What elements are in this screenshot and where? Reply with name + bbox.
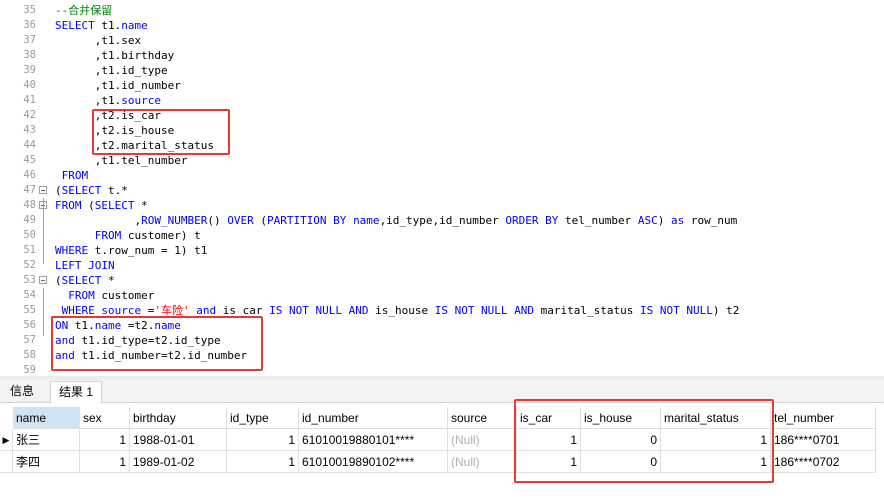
code-text: ,t1.sex — [55, 34, 142, 47]
line-number: 42 — [23, 109, 36, 121]
line-number: 44 — [23, 139, 36, 151]
code-text: FROM customer) t — [94, 229, 201, 242]
result-grid[interactable]: name sex birthday id_type id_number source is_… — [0, 399, 884, 504]
highlight-box — [51, 316, 263, 371]
tab-result-1[interactable]: 结果 1 — [50, 381, 103, 403]
code-text: FROM — [61, 169, 89, 182]
table-cell[interactable]: 61010019880101**** — [299, 429, 448, 451]
code-text: --合并保留 — [55, 4, 113, 17]
tab-info[interactable]: 信息 — [2, 381, 42, 402]
line-number: 50 — [23, 229, 36, 241]
fold-toggle-icon[interactable] — [39, 186, 47, 194]
code-text: (SELECT t.* — [55, 184, 128, 197]
line-number: 38 — [23, 49, 36, 61]
table-cell[interactable]: 186****0701 — [771, 429, 876, 451]
line-number: 58 — [23, 349, 36, 361]
column-header-birthday[interactable]: birthday — [130, 407, 227, 429]
code-text: ,t1.source — [55, 94, 161, 107]
code-text: ,t1.id_type — [55, 64, 168, 77]
column-header-name[interactable]: name — [13, 407, 80, 429]
column-header-sex[interactable]: sex — [80, 407, 130, 429]
code-text: LEFT JOIN — [55, 259, 115, 272]
line-number: 45 — [23, 154, 36, 166]
line-number: 54 — [23, 289, 36, 301]
line-number: 53 — [23, 274, 36, 286]
line-number: 36 — [23, 19, 36, 31]
column-header-id-type[interactable]: id_type — [227, 407, 299, 429]
line-number: 59 — [23, 364, 36, 376]
code-text: ,ROW_NUMBER() OVER (PARTITION BY name,id… — [55, 214, 738, 227]
line-number: 55 — [23, 304, 36, 316]
table-cell[interactable]: 1 — [227, 451, 299, 473]
line-number: 39 — [23, 64, 36, 76]
table-cell[interactable]: 1 — [80, 429, 130, 451]
line-number: 35 — [23, 4, 36, 16]
code-text: ,t1.tel_number — [55, 154, 188, 167]
line-number: 41 — [23, 94, 36, 106]
line-number: 48 — [23, 199, 36, 211]
column-header-id-number[interactable]: id_number — [299, 407, 448, 429]
code-text: SELECT t1.name — [55, 19, 148, 32]
code-text: WHERE t.row_num = 1) t1 — [55, 244, 208, 257]
table-cell[interactable]: 李四 — [13, 451, 80, 473]
highlight-box — [92, 109, 230, 155]
code-text: ,t1.id_number — [55, 79, 181, 92]
line-number: 37 — [23, 34, 36, 46]
line-number: 52 — [23, 259, 36, 271]
line-number: 47 — [23, 184, 36, 196]
line-number: 46 — [23, 169, 36, 181]
table-cell[interactable]: 1988-01-01 — [130, 429, 227, 451]
current-row-indicator-icon[interactable]: ▶ — [0, 429, 13, 451]
code-text: (SELECT * — [55, 274, 115, 287]
line-number: 57 — [23, 334, 36, 346]
fold-toggle-icon[interactable] — [39, 276, 47, 284]
line-number: 40 — [23, 79, 36, 91]
code-text: FROM (SELECT * — [55, 199, 148, 212]
column-header-tel-number[interactable]: tel_number — [771, 407, 876, 429]
row-selector[interactable] — [0, 451, 13, 473]
table-cell[interactable]: 1 — [80, 451, 130, 473]
table-cell[interactable]: 1989-01-02 — [130, 451, 227, 473]
table-cell[interactable]: 186****0702 — [771, 451, 876, 473]
line-number: 43 — [23, 124, 36, 136]
table-cell[interactable]: 61010019890102**** — [299, 451, 448, 473]
table-cell[interactable]: 1 — [227, 429, 299, 451]
line-number: 51 — [23, 244, 36, 256]
highlight-box — [514, 399, 774, 483]
fold-guide — [43, 288, 44, 336]
code-text: ,t1.birthday — [55, 49, 175, 62]
line-number: 56 — [23, 319, 36, 331]
line-number: 49 — [23, 214, 36, 226]
table-cell[interactable]: 张三 — [13, 429, 80, 451]
fold-guide — [43, 213, 44, 249]
sql-editor[interactable]: 35 --合并保留 36 SELECT t1.name 37 ,t1.sex 38 ,t1… — [0, 0, 884, 376]
table-cell[interactable]: (Null) — [448, 451, 517, 473]
table-cell[interactable]: (Null) — [448, 429, 517, 451]
code-text: FROM customer — [68, 289, 155, 302]
column-header-source[interactable]: source — [448, 407, 517, 429]
